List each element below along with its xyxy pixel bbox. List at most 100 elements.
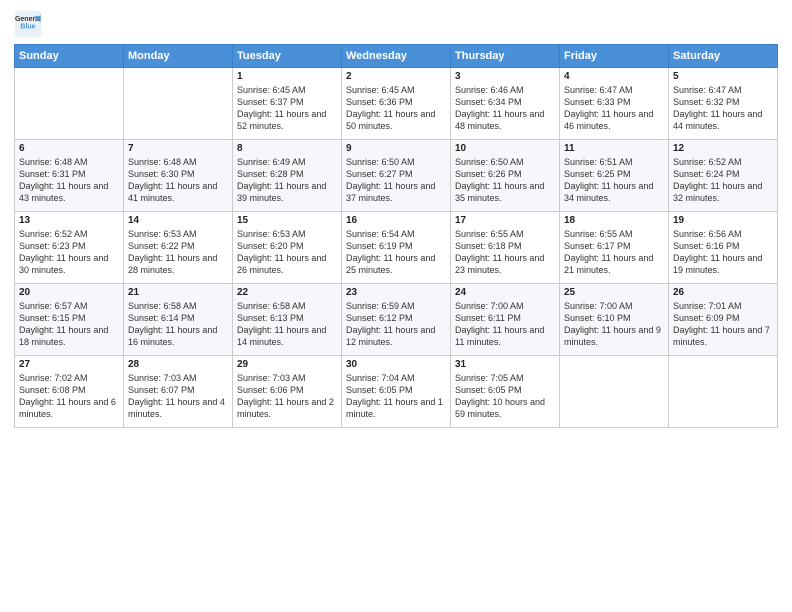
day-number: 8 <box>237 143 337 154</box>
week-row-5: 27 Sunrise: 7:02 AM Sunset: 6:08 PM Dayli… <box>15 356 778 428</box>
calendar-cell: 28Sunrise: 7:03 AM Sunset: 6:07 PM Dayli… <box>124 356 233 428</box>
day-details: Sunrise: 6:59 AM Sunset: 6:12 PM Dayligh… <box>346 300 446 349</box>
calendar-cell: 16Sunrise: 6:54 AM Sunset: 6:19 PM Dayli… <box>342 212 451 284</box>
calendar-cell: 24 Sunrise: 7:00 AM Sunset: 6:11 PM Dayli… <box>451 284 560 356</box>
day-number: 22 <box>237 287 337 298</box>
calendar-cell: 22 Sunrise: 6:58 AM Sunset: 6:13 PM Dayli… <box>233 284 342 356</box>
calendar-cell: 4 Sunrise: 6:47 AM Sunset: 6:33 PM Daylig… <box>560 68 669 140</box>
header-day-wednesday: Wednesday <box>342 45 451 68</box>
calendar-cell: 21 Sunrise: 6:58 AM Sunset: 6:14 PM Dayli… <box>124 284 233 356</box>
header-day-friday: Friday <box>560 45 669 68</box>
day-number: 27 <box>19 359 119 370</box>
header-day-saturday: Saturday <box>669 45 778 68</box>
day-details: Sunrise: 6:58 AM Sunset: 6:13 PM Dayligh… <box>237 300 337 349</box>
week-row-3: 13 Sunrise: 6:52 AM Sunset: 6:23 PM Dayli… <box>15 212 778 284</box>
calendar-cell: 25Sunrise: 7:00 AM Sunset: 6:10 PM Dayli… <box>560 284 669 356</box>
day-details: Sunrise: 6:56 AM Sunset: 6:16 PM Dayligh… <box>673 228 773 277</box>
calendar-cell: 14Sunrise: 6:53 AM Sunset: 6:22 PM Dayli… <box>124 212 233 284</box>
page: General Blue SundayMondayTuesdayWednesda… <box>0 0 792 612</box>
day-number: 15 <box>237 215 337 226</box>
day-details: Sunrise: 6:58 AM Sunset: 6:14 PM Dayligh… <box>128 300 228 349</box>
day-details: Sunrise: 7:05 AM Sunset: 6:05 PM Dayligh… <box>455 372 555 421</box>
calendar-cell <box>15 68 124 140</box>
calendar-cell: 18 Sunrise: 6:55 AM Sunset: 6:17 PM Dayli… <box>560 212 669 284</box>
day-details: Sunrise: 6:57 AM Sunset: 6:15 PM Dayligh… <box>19 300 119 349</box>
day-details: Sunrise: 6:53 AM Sunset: 6:20 PM Dayligh… <box>237 228 337 277</box>
day-details: Sunrise: 7:03 AM Sunset: 6:07 PM Dayligh… <box>128 372 228 421</box>
calendar-cell: 15 Sunrise: 6:53 AM Sunset: 6:20 PM Dayli… <box>233 212 342 284</box>
calendar-cell <box>669 356 778 428</box>
day-number: 7 <box>128 143 228 154</box>
day-details: Sunrise: 6:53 AM Sunset: 6:22 PM Dayligh… <box>128 228 228 277</box>
day-number: 11 <box>564 143 664 154</box>
day-number: 17 <box>455 215 555 226</box>
day-details: Sunrise: 6:45 AM Sunset: 6:37 PM Dayligh… <box>237 84 337 133</box>
day-details: Sunrise: 6:55 AM Sunset: 6:18 PM Dayligh… <box>455 228 555 277</box>
calendar-cell: 27 Sunrise: 7:02 AM Sunset: 6:08 PM Dayli… <box>15 356 124 428</box>
calendar-table: SundayMondayTuesdayWednesdayThursdayFrid… <box>14 44 778 428</box>
day-details: Sunrise: 6:47 AM Sunset: 6:32 PM Dayligh… <box>673 84 773 133</box>
calendar-cell: 26 Sunrise: 7:01 AM Sunset: 6:09 PM Dayli… <box>669 284 778 356</box>
day-number: 1 <box>237 71 337 82</box>
day-details: Sunrise: 6:51 AM Sunset: 6:25 PM Dayligh… <box>564 156 664 205</box>
week-row-1: 1 Sunrise: 6:45 AM Sunset: 6:37 PM Daylig… <box>15 68 778 140</box>
logo-icon: General Blue <box>14 10 42 38</box>
header-day-monday: Monday <box>124 45 233 68</box>
day-number: 12 <box>673 143 773 154</box>
day-number: 6 <box>19 143 119 154</box>
day-details: Sunrise: 6:46 AM Sunset: 6:34 PM Dayligh… <box>455 84 555 133</box>
day-number: 13 <box>19 215 119 226</box>
calendar-cell: 2 Sunrise: 6:45 AM Sunset: 6:36 PM Daylig… <box>342 68 451 140</box>
header: General Blue <box>14 10 778 38</box>
day-number: 31 <box>455 359 555 370</box>
day-details: Sunrise: 6:48 AM Sunset: 6:30 PM Dayligh… <box>128 156 228 205</box>
day-number: 4 <box>564 71 664 82</box>
day-details: Sunrise: 7:00 AM Sunset: 6:11 PM Dayligh… <box>455 300 555 349</box>
day-details: Sunrise: 7:01 AM Sunset: 6:09 PM Dayligh… <box>673 300 773 349</box>
day-details: Sunrise: 6:52 AM Sunset: 6:23 PM Dayligh… <box>19 228 119 277</box>
day-details: Sunrise: 7:04 AM Sunset: 6:05 PM Dayligh… <box>346 372 446 421</box>
day-details: Sunrise: 7:02 AM Sunset: 6:08 PM Dayligh… <box>19 372 119 421</box>
calendar-cell: 23 Sunrise: 6:59 AM Sunset: 6:12 PM Dayli… <box>342 284 451 356</box>
calendar-cell: 10Sunrise: 6:50 AM Sunset: 6:26 PM Dayli… <box>451 140 560 212</box>
day-details: Sunrise: 6:50 AM Sunset: 6:26 PM Dayligh… <box>455 156 555 205</box>
day-number: 18 <box>564 215 664 226</box>
calendar-cell: 9 Sunrise: 6:50 AM Sunset: 6:27 PM Daylig… <box>342 140 451 212</box>
day-number: 21 <box>128 287 228 298</box>
header-day-thursday: Thursday <box>451 45 560 68</box>
week-row-2: 6Sunrise: 6:48 AM Sunset: 6:31 PM Daylig… <box>15 140 778 212</box>
svg-text:Blue: Blue <box>20 24 35 31</box>
calendar-cell: 3 Sunrise: 6:46 AM Sunset: 6:34 PM Daylig… <box>451 68 560 140</box>
calendar-cell: 31 Sunrise: 7:05 AM Sunset: 6:05 PM Dayli… <box>451 356 560 428</box>
day-details: Sunrise: 7:03 AM Sunset: 6:06 PM Dayligh… <box>237 372 337 421</box>
day-details: Sunrise: 6:49 AM Sunset: 6:28 PM Dayligh… <box>237 156 337 205</box>
day-number: 24 <box>455 287 555 298</box>
header-day-sunday: Sunday <box>15 45 124 68</box>
day-details: Sunrise: 6:55 AM Sunset: 6:17 PM Dayligh… <box>564 228 664 277</box>
day-number: 23 <box>346 287 446 298</box>
calendar-cell: 7 Sunrise: 6:48 AM Sunset: 6:30 PM Daylig… <box>124 140 233 212</box>
week-row-4: 20 Sunrise: 6:57 AM Sunset: 6:15 PM Dayli… <box>15 284 778 356</box>
day-number: 2 <box>346 71 446 82</box>
day-details: Sunrise: 6:52 AM Sunset: 6:24 PM Dayligh… <box>673 156 773 205</box>
day-number: 9 <box>346 143 446 154</box>
calendar-cell: 30 Sunrise: 7:04 AM Sunset: 6:05 PM Dayli… <box>342 356 451 428</box>
day-details: Sunrise: 6:50 AM Sunset: 6:27 PM Dayligh… <box>346 156 446 205</box>
day-details: Sunrise: 6:47 AM Sunset: 6:33 PM Dayligh… <box>564 84 664 133</box>
day-number: 20 <box>19 287 119 298</box>
header-row: SundayMondayTuesdayWednesdayThursdayFrid… <box>15 45 778 68</box>
day-number: 29 <box>237 359 337 370</box>
day-number: 30 <box>346 359 446 370</box>
header-day-tuesday: Tuesday <box>233 45 342 68</box>
calendar-cell: 29 Sunrise: 7:03 AM Sunset: 6:06 PM Dayli… <box>233 356 342 428</box>
day-number: 26 <box>673 287 773 298</box>
calendar-cell: 13 Sunrise: 6:52 AM Sunset: 6:23 PM Dayli… <box>15 212 124 284</box>
calendar-cell: 6Sunrise: 6:48 AM Sunset: 6:31 PM Daylig… <box>15 140 124 212</box>
logo: General Blue <box>14 10 42 38</box>
day-number: 25 <box>564 287 664 298</box>
day-details: Sunrise: 6:45 AM Sunset: 6:36 PM Dayligh… <box>346 84 446 133</box>
calendar-cell: 1 Sunrise: 6:45 AM Sunset: 6:37 PM Daylig… <box>233 68 342 140</box>
day-number: 3 <box>455 71 555 82</box>
calendar-cell: 12 Sunrise: 6:52 AM Sunset: 6:24 PM Dayli… <box>669 140 778 212</box>
calendar-cell: 19Sunrise: 6:56 AM Sunset: 6:16 PM Dayli… <box>669 212 778 284</box>
